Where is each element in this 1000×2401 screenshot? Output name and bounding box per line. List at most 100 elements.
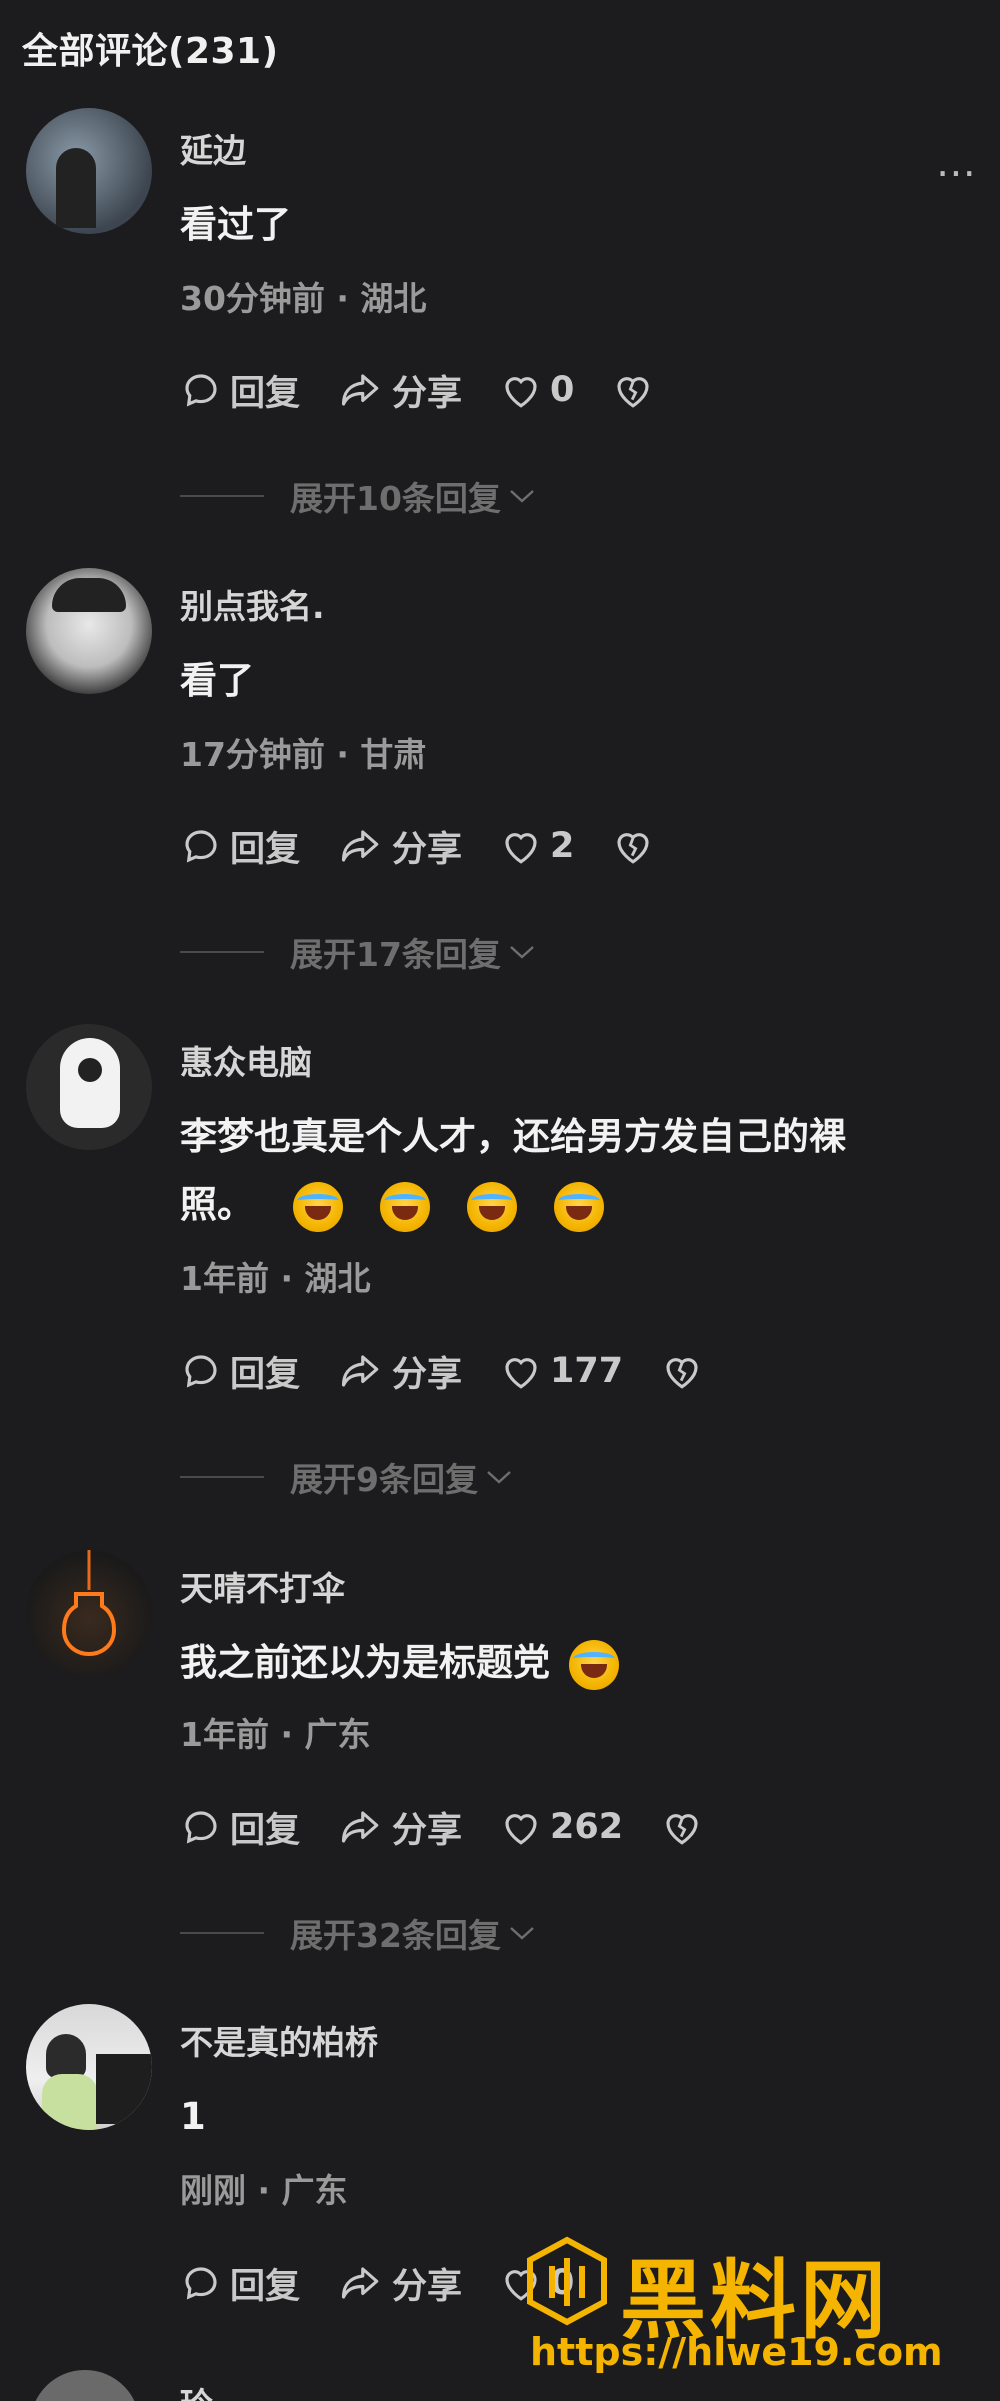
reply-button[interactable]: 回复 — [180, 821, 300, 872]
reply-label: 回复 — [230, 829, 301, 870]
like-button[interactable]: 177 — [500, 1351, 623, 1391]
comment-author[interactable]: 不是真的柏桥 — [180, 2016, 378, 2064]
avatar[interactable] — [30, 2370, 140, 2401]
share-button[interactable]: 分享 — [338, 821, 462, 872]
chevron-down-icon — [510, 946, 534, 959]
broken-heart-icon — [617, 833, 649, 864]
like-count: 177 — [550, 1351, 624, 1391]
comment-text-continued: 照。 — [180, 1183, 254, 1226]
comment-text: 看了 — [180, 659, 254, 702]
avatar[interactable] — [26, 108, 152, 234]
dislike-button[interactable] — [612, 826, 662, 866]
comment-meta: 刚刚 · 广东 — [180, 2171, 348, 2210]
avatar[interactable] — [26, 1550, 152, 1676]
reply-label: 回复 — [230, 1354, 301, 1395]
laugh-cry-emoji-icon — [292, 1181, 343, 1232]
reply-icon — [185, 830, 217, 863]
chevron-down-icon — [510, 1927, 534, 1940]
divider — [180, 1476, 264, 1478]
watermark-logo-icon — [527, 2236, 607, 2326]
comment-author[interactable]: 延边 — [180, 124, 246, 172]
share-button[interactable]: 分享 — [338, 1346, 462, 1397]
laugh-cry-emoji-icon — [379, 1181, 430, 1232]
comment-text: 我之前还以为是标题党 — [180, 1641, 550, 1684]
divider — [180, 1932, 264, 1934]
laugh-cry-emoji-icon — [553, 1181, 604, 1232]
reply-button[interactable]: 回复 — [180, 1802, 300, 1853]
comment-meta: 1年前 · 湖北 — [180, 1259, 371, 1298]
share-icon — [341, 2267, 379, 2299]
avatar[interactable] — [26, 568, 152, 694]
like-count: 262 — [550, 1807, 624, 1847]
reply-icon — [185, 1355, 217, 1388]
reply-button[interactable]: 回复 — [180, 365, 300, 416]
more-dots-icon[interactable]: ⋯ — [936, 150, 978, 196]
comment-author[interactable]: 天晴不打伞 — [180, 1562, 345, 1610]
laugh-cry-emoji-icon — [568, 1639, 619, 1690]
comment-actions: 回复 分享 2 — [180, 821, 700, 871]
like-count: 2 — [550, 826, 575, 866]
watermark-url: https://hlwe19.com — [530, 2330, 943, 2374]
share-label: 分享 — [392, 373, 463, 414]
share-icon — [341, 374, 379, 406]
reply-label: 回复 — [230, 2266, 301, 2307]
divider — [180, 495, 264, 497]
reply-icon — [185, 1811, 217, 1844]
heart-icon — [505, 833, 537, 864]
reply-label: 回复 — [230, 1810, 301, 1851]
comment-meta: 1年前 · 广东 — [180, 1715, 371, 1754]
comment-author[interactable]: 惠众电脑 — [180, 1036, 312, 1084]
comment-text-line: 我之前还以为是标题党 — [180, 1630, 940, 1696]
broken-heart-icon — [617, 377, 649, 408]
expand-replies-button[interactable]: 展开17条回复 — [180, 928, 537, 976]
lightbulb-icon — [61, 1550, 117, 1657]
reply-icon — [185, 374, 217, 407]
comment-actions: 回复 分享 262 — [180, 1802, 749, 1852]
chevron-down-icon — [487, 1471, 511, 1484]
reply-label: 回复 — [230, 373, 301, 414]
share-icon — [341, 1355, 379, 1387]
expand-replies-button[interactable]: 展开9条回复 — [180, 1453, 514, 1501]
expand-replies-label: 展开17条回复 — [290, 935, 501, 974]
expand-replies-button[interactable]: 展开32条回复 — [180, 1909, 537, 1957]
dislike-button[interactable] — [661, 1351, 711, 1391]
share-label: 分享 — [392, 1354, 463, 1395]
comment-text: 看过了 — [180, 203, 291, 246]
broken-heart-icon — [666, 1358, 698, 1389]
comment-text: 1 — [180, 2095, 206, 2138]
like-button[interactable]: 262 — [500, 1807, 623, 1847]
comment-text-line2: 照。 — [180, 1172, 940, 1238]
chevron-down-icon — [510, 490, 534, 503]
dislike-button[interactable] — [612, 370, 662, 410]
broken-heart-icon — [666, 1814, 698, 1845]
expand-replies-button[interactable]: 展开10条回复 — [180, 472, 537, 520]
comment-author[interactable]: 玲 — [180, 2378, 213, 2401]
comment-meta: 30分钟前 · 湖北 — [180, 279, 427, 318]
avatar[interactable] — [26, 2004, 152, 2130]
comments-screen: 全部评论(231) ⋯ 延边 看过了 30分钟前 · 湖北 回复 分享 0 展开… — [0, 0, 1000, 2401]
dislike-button[interactable] — [661, 1807, 711, 1847]
share-label: 分享 — [392, 1810, 463, 1851]
reply-button[interactable]: 回复 — [180, 2258, 300, 2309]
expand-replies-label: 展开32条回复 — [290, 1916, 501, 1955]
heart-icon — [505, 377, 537, 408]
comment-meta: 17分钟前 · 甘肃 — [180, 735, 427, 774]
share-button[interactable]: 分享 — [338, 1802, 462, 1853]
share-button[interactable]: 分享 — [338, 2258, 462, 2309]
watermark: 黑料网 https://hlwe19.com — [520, 2230, 990, 2380]
like-button[interactable]: 0 — [500, 370, 574, 410]
comments-header-title: 全部评论(231) — [22, 31, 279, 72]
comment-text: 李梦也真是个人才，还给男方发自己的裸 — [180, 1115, 846, 1158]
share-icon — [341, 1811, 379, 1843]
expand-replies-label: 展开9条回复 — [290, 1460, 478, 1499]
share-button[interactable]: 分享 — [338, 365, 462, 416]
comment-author[interactable]: 别点我名. — [180, 580, 325, 628]
expand-replies-label: 展开10条回复 — [290, 479, 501, 518]
reply-button[interactable]: 回复 — [180, 1346, 300, 1397]
share-label: 分享 — [392, 829, 463, 870]
comment-actions: 回复 分享 0 — [180, 365, 700, 415]
avatar[interactable] — [26, 1024, 152, 1150]
heart-icon — [505, 1358, 537, 1389]
like-button[interactable]: 2 — [500, 826, 574, 866]
laugh-cry-emoji-icon — [466, 1181, 517, 1232]
